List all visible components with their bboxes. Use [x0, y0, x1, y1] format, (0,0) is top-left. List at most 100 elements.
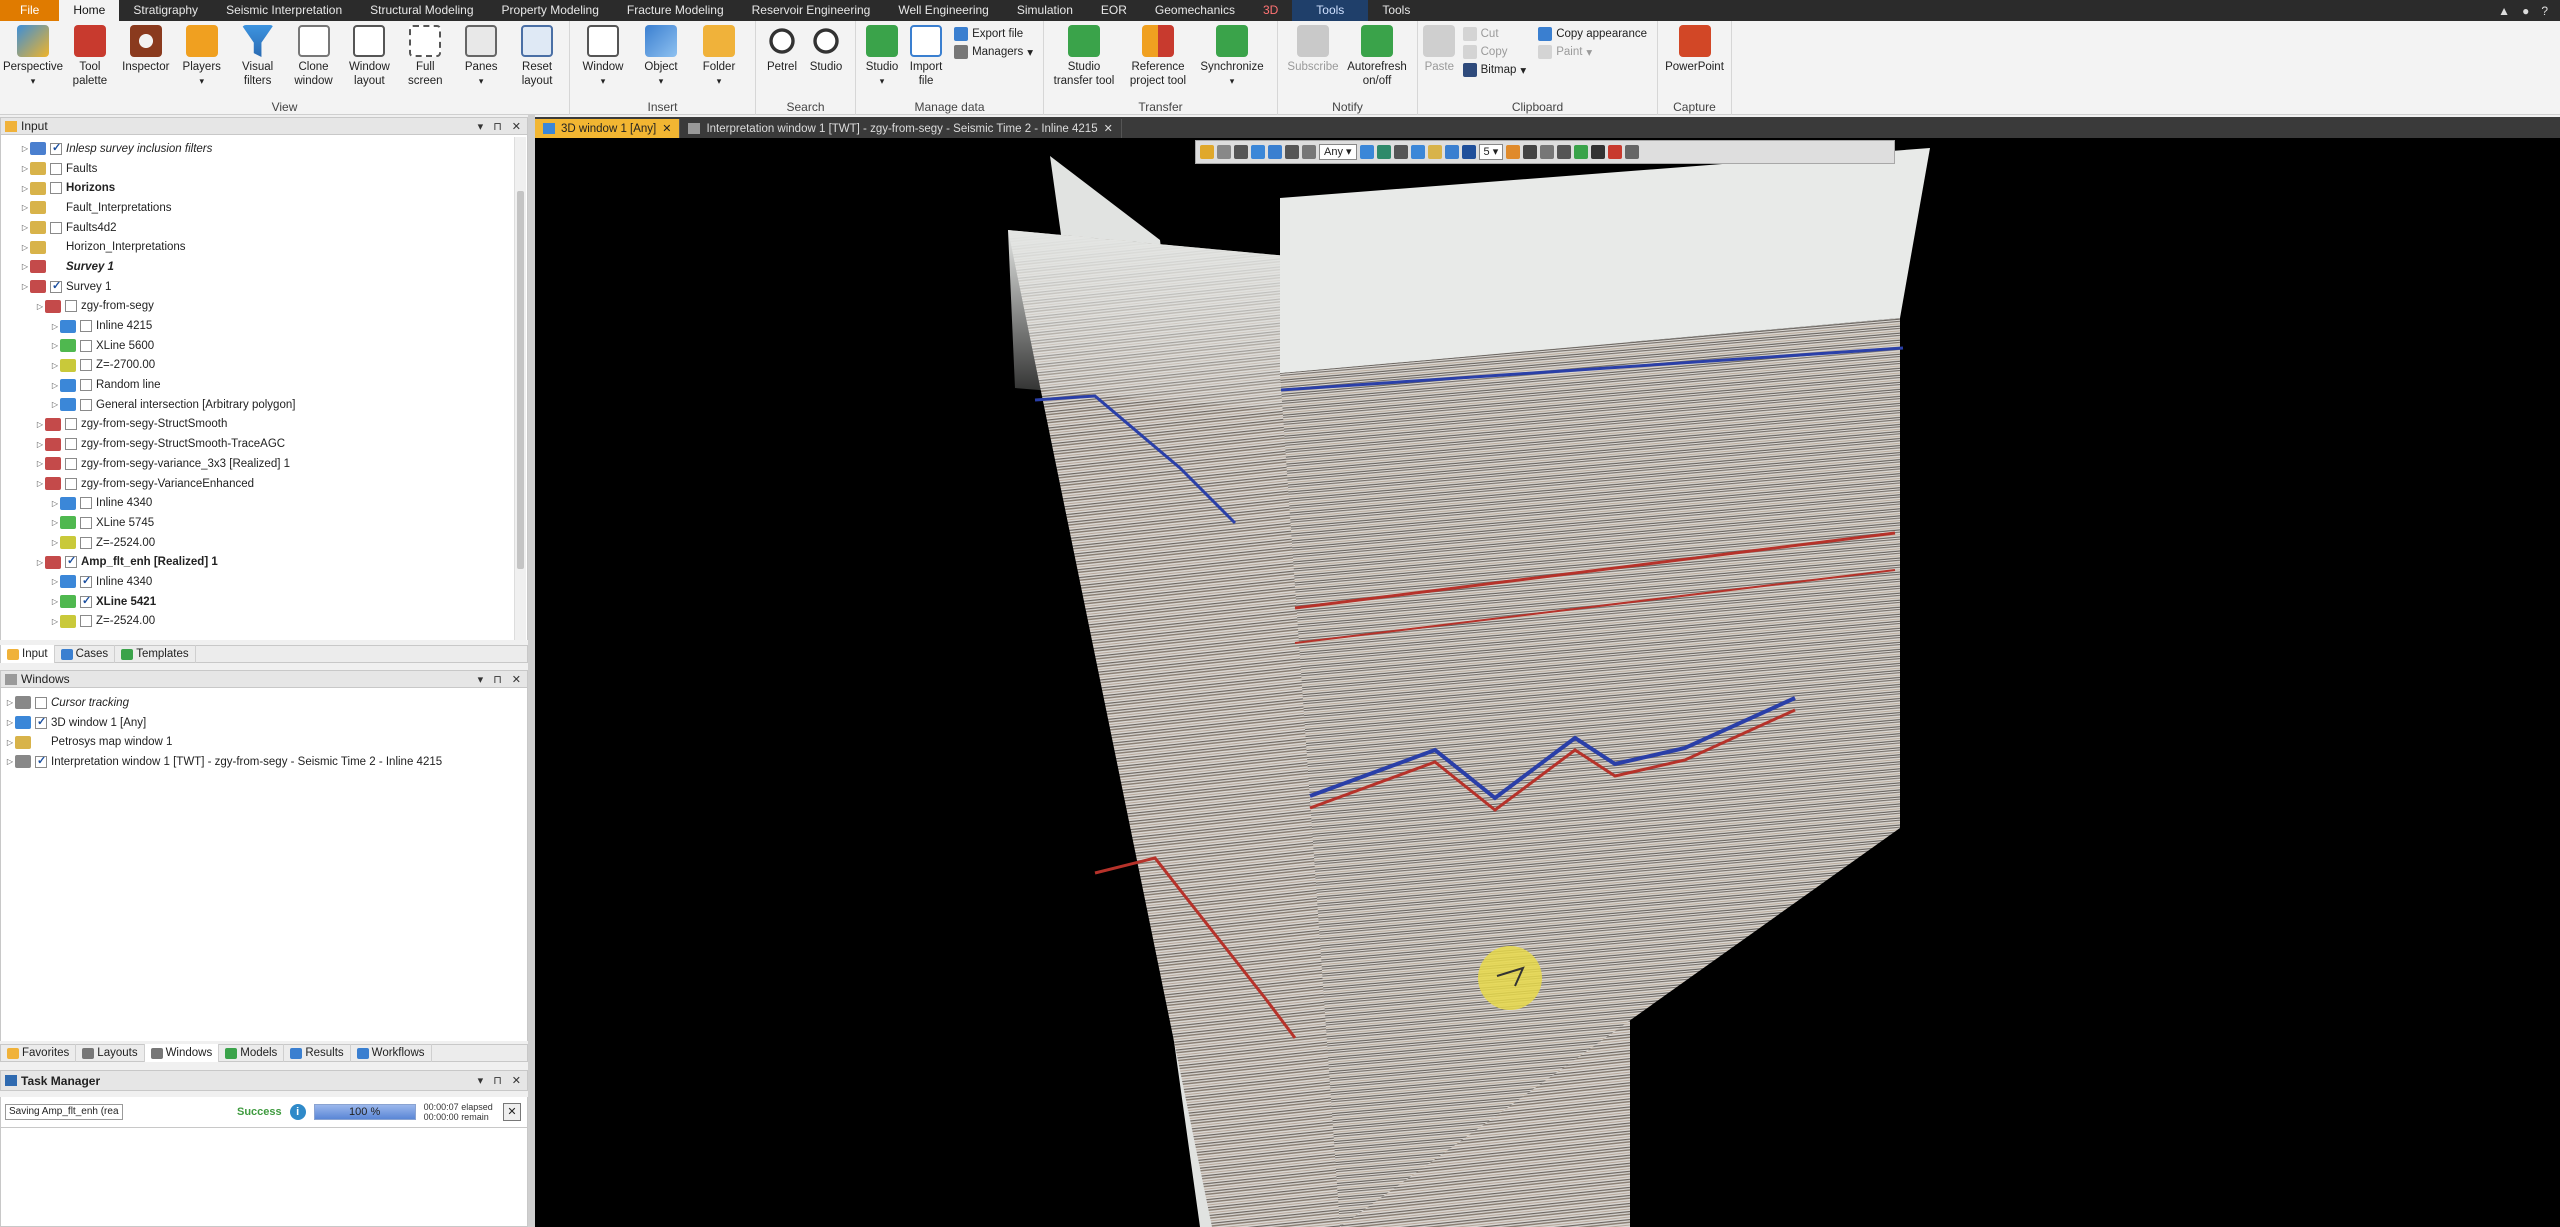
domain-select[interactable]: Any ▾: [1319, 144, 1357, 160]
bitmap-button[interactable]: Bitmap ▾: [1462, 63, 1526, 77]
input-tree-row[interactable]: ▷ Inline 4340: [1, 493, 527, 513]
tab-seismic-interpretation[interactable]: Seismic Interpretation: [212, 0, 356, 21]
select-arrow-icon[interactable]: [1217, 145, 1231, 159]
expand-arrow-icon[interactable]: ▷: [50, 322, 60, 331]
window-tree-row[interactable]: ▷ Interpretation window 1 [TWT] - zgy-fro…: [1, 752, 527, 772]
input-tree-row[interactable]: ▷ Inline 4340: [1, 572, 527, 592]
input-visibility-checkbox[interactable]: [50, 182, 62, 195]
input-tree-row[interactable]: ▷ Amp_flt_enh [Realized] 1: [1, 552, 527, 572]
input-tree-row[interactable]: ▷ zgy-from-segy-VarianceEnhanced: [1, 474, 527, 494]
expand-arrow-icon[interactable]: ▷: [20, 144, 30, 153]
input-visibility-checkbox[interactable]: [80, 594, 92, 608]
tab-interpretation-window[interactable]: Interpretation window 1 [TWT] - zgy-from…: [680, 119, 1122, 138]
expand-arrow-icon[interactable]: ▷: [50, 361, 60, 370]
panel-splitter[interactable]: [528, 115, 535, 1227]
input-tree-row[interactable]: ▷ Fault_Interpretations: [1, 198, 527, 218]
tab-eor[interactable]: EOR: [1087, 0, 1141, 21]
expand-arrow-icon[interactable]: ▷: [50, 577, 60, 586]
zoom-icon[interactable]: [1302, 145, 1316, 159]
ruler-icon[interactable]: [1285, 145, 1299, 159]
close-icon[interactable]: ✕: [512, 1074, 521, 1087]
input-tree-row[interactable]: ▷ Survey 1: [1, 257, 527, 277]
expand-arrow-icon[interactable]: ▷: [20, 164, 30, 173]
home-icon[interactable]: [1359, 145, 1374, 159]
dropdown-arrow-icon[interactable]: ▾: [478, 1074, 484, 1087]
input-tree-row[interactable]: ▷ General intersection [Arbitrary polygon…: [1, 395, 527, 415]
copy-appearance-button[interactable]: Copy appearance: [1538, 27, 1647, 41]
export-file-button[interactable]: Export file: [954, 27, 1033, 41]
input-tree-row[interactable]: ▷ Horizons: [1, 178, 527, 198]
window-tree-row[interactable]: ▷ Cursor tracking: [1, 693, 527, 713]
window-visibility-checkbox[interactable]: [35, 715, 47, 729]
input-tree-row[interactable]: ▷ Horizon_Interpretations: [1, 237, 527, 257]
measure-icon[interactable]: [1234, 145, 1248, 159]
tab-property-modeling[interactable]: Property Modeling: [488, 0, 613, 21]
expand-arrow-icon[interactable]: ▷: [5, 718, 15, 727]
expand-arrow-icon[interactable]: ▷: [5, 738, 15, 747]
expand-arrow-icon[interactable]: ▷: [35, 459, 45, 468]
screenshot-icon[interactable]: [1591, 145, 1606, 159]
expand-arrow-icon[interactable]: ▷: [35, 302, 45, 311]
box-icon[interactable]: [1461, 145, 1476, 159]
input-visibility-checkbox[interactable]: [80, 574, 92, 588]
input-tree-row[interactable]: ▷ zgy-from-segy-variance_3x3 [Realized] 1: [1, 454, 527, 474]
expand-arrow-icon[interactable]: ▷: [50, 381, 60, 390]
input-tree-scrollbar[interactable]: [514, 137, 526, 640]
tab-tools[interactable]: Tools: [1368, 0, 1424, 21]
close-icon[interactable]: ✕: [662, 122, 671, 135]
expand-arrow-icon[interactable]: ▷: [35, 420, 45, 429]
input-visibility-checkbox[interactable]: [80, 339, 92, 352]
window-tree-row[interactable]: ▷ 3D window 1 [Any]: [1, 713, 527, 733]
input-visibility-checkbox[interactable]: [65, 477, 77, 490]
microphone-icon[interactable]: [1625, 145, 1640, 159]
expand-arrow-icon[interactable]: ▷: [50, 400, 60, 409]
tab-windows[interactable]: Windows: [144, 1044, 220, 1062]
tab-3d[interactable]: 3D: [1249, 0, 1292, 21]
grid-icon[interactable]: [1268, 145, 1282, 159]
input-visibility-checkbox[interactable]: [65, 554, 77, 569]
input-visibility-checkbox[interactable]: [50, 279, 62, 293]
tab-fracture-modeling[interactable]: Fracture Modeling: [613, 0, 738, 21]
pick-icon[interactable]: [1200, 145, 1214, 159]
filter-icon[interactable]: [1444, 145, 1459, 159]
expand-arrow-icon[interactable]: ▷: [20, 262, 30, 271]
input-tree-row[interactable]: ▷ zgy-from-segy-StructSmooth: [1, 415, 527, 435]
expand-arrow-icon[interactable]: ▷: [50, 597, 60, 606]
input-visibility-checkbox[interactable]: [50, 141, 62, 155]
help-icon[interactable]: ?: [2541, 4, 2548, 18]
3d-viewport[interactable]: [535, 138, 2560, 1227]
tab-results[interactable]: Results: [284, 1044, 351, 1062]
collapse-ribbon-icon[interactable]: ▲: [2498, 4, 2510, 18]
input-tree-row[interactable]: ▷ Inline 4215: [1, 316, 527, 336]
input-tree-row[interactable]: ▷ Z=-2524.00: [1, 533, 527, 553]
paint-button[interactable]: Paint ▾: [1538, 45, 1647, 59]
expand-arrow-icon[interactable]: ▷: [50, 499, 60, 508]
input-visibility-checkbox[interactable]: [50, 162, 62, 175]
input-visibility-checkbox[interactable]: [80, 398, 92, 411]
input-tree-row[interactable]: ▷ Faults4d2: [1, 218, 527, 238]
dropdown-arrow-icon[interactable]: ▾: [478, 673, 484, 686]
user-icon[interactable]: ●: [2522, 4, 2529, 18]
light-icon[interactable]: [1427, 145, 1442, 159]
expand-arrow-icon[interactable]: ▷: [50, 617, 60, 626]
cut-button[interactable]: Cut: [1462, 27, 1527, 41]
tab-reservoir-engineering[interactable]: Reservoir Engineering: [738, 0, 885, 21]
number-field[interactable]: 5 ▾: [1478, 144, 1504, 160]
tab-workflows[interactable]: Workflows: [351, 1044, 432, 1062]
view-icon[interactable]: [1251, 145, 1265, 159]
graph-icon[interactable]: [1557, 145, 1572, 159]
tab-layouts[interactable]: Layouts: [76, 1044, 145, 1062]
render-icon[interactable]: [1523, 145, 1538, 159]
tab-stratigraphy[interactable]: Stratigraphy: [119, 0, 212, 21]
input-tree-row[interactable]: ▷ Survey 1: [1, 277, 527, 297]
palette-icon[interactable]: [1506, 145, 1521, 159]
input-visibility-checkbox[interactable]: [65, 438, 77, 451]
expand-arrow-icon[interactable]: ▷: [20, 282, 30, 291]
expand-arrow-icon[interactable]: ▷: [35, 558, 45, 567]
dropdown-arrow-icon[interactable]: ▾: [478, 120, 484, 133]
rotate-icon[interactable]: [1540, 145, 1555, 159]
expand-arrow-icon[interactable]: ▷: [50, 538, 60, 547]
tab-3d-window[interactable]: 3D window 1 [Any] ✕: [535, 119, 681, 138]
input-visibility-checkbox[interactable]: [65, 457, 77, 470]
expand-arrow-icon[interactable]: ▷: [35, 440, 45, 449]
